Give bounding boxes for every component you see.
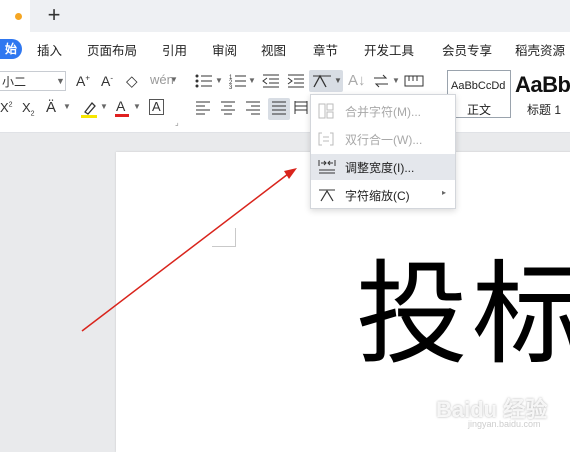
menu-item-two-lines-in-one[interactable]: 双行合一(W)... bbox=[311, 126, 455, 152]
decrease-indent-icon[interactable] bbox=[262, 73, 280, 89]
chevron-down-icon[interactable]: ▼ bbox=[215, 76, 223, 85]
sort-icon[interactable]: A↓ bbox=[348, 72, 366, 89]
char-border-icon[interactable]: A bbox=[149, 99, 164, 115]
distributed-align-icon[interactable] bbox=[294, 101, 308, 115]
menu-insert[interactable]: 插入 bbox=[37, 40, 62, 59]
menu-references[interactable]: 引用 bbox=[162, 40, 187, 59]
menu-item-label: 合并字符(M)... bbox=[345, 105, 421, 119]
menu-developer[interactable]: 开发工具 bbox=[364, 40, 414, 59]
chevron-down-icon[interactable]: ▼ bbox=[100, 102, 108, 111]
char-scale-icon bbox=[319, 189, 335, 202]
numbered-list-icon[interactable]: 123 bbox=[229, 73, 247, 89]
margin-corner-mark bbox=[212, 246, 236, 247]
chevron-down-icon[interactable]: ▼ bbox=[392, 76, 400, 85]
svg-text:A: A bbox=[116, 98, 126, 114]
align-justify-icon[interactable] bbox=[271, 101, 287, 115]
chevron-down-icon[interactable]: ▼ bbox=[334, 76, 342, 85]
two-lines-in-one-icon bbox=[318, 132, 334, 146]
menu-item-combine-chars[interactable]: 合并字符(M)... bbox=[311, 98, 455, 124]
align-left-icon[interactable] bbox=[195, 101, 211, 115]
align-center-icon[interactable] bbox=[220, 101, 236, 115]
chevron-down-icon[interactable]: ▼ bbox=[248, 76, 256, 85]
style-normal-label: 正文 bbox=[467, 103, 492, 117]
menu-item-char-scale[interactable]: 字符缩放(C) ▸ bbox=[311, 182, 455, 208]
menu-start-tab[interactable]: 始 bbox=[0, 39, 22, 59]
document-text[interactable]: 投标 bbox=[356, 250, 570, 380]
ruler-icon[interactable] bbox=[404, 74, 424, 88]
text-effect-icon[interactable]: Ä bbox=[46, 99, 56, 116]
align-right-icon[interactable] bbox=[245, 101, 261, 115]
svg-text:3: 3 bbox=[229, 85, 233, 89]
menu-chapter[interactable]: 章节 bbox=[313, 40, 338, 59]
shrink-font-icon[interactable]: A- bbox=[101, 73, 113, 89]
clear-format-icon[interactable]: ◇ bbox=[126, 72, 138, 90]
tab-strip bbox=[0, 0, 570, 33]
style-heading1-sample: AaBb bbox=[515, 72, 570, 97]
increase-indent-icon[interactable] bbox=[287, 73, 305, 89]
unsaved-dot-icon bbox=[15, 13, 22, 20]
menu-item-label: 双行合一(W)... bbox=[345, 133, 423, 147]
menu-item-adjust-width[interactable]: 调整宽度(I)... bbox=[311, 154, 455, 180]
subscript-icon[interactable]: X2 bbox=[22, 100, 35, 118]
menu-item-label: 字符缩放(C) bbox=[345, 189, 410, 203]
margin-corner-mark bbox=[235, 228, 236, 247]
superscript-icon[interactable]: X2 bbox=[0, 100, 13, 115]
menu-view[interactable]: 视图 bbox=[261, 40, 286, 59]
bullet-list-icon[interactable] bbox=[195, 73, 213, 89]
line-spacing-icon[interactable] bbox=[372, 73, 390, 89]
menu-review[interactable]: 审阅 bbox=[212, 40, 237, 59]
submenu-arrow-icon: ▸ bbox=[442, 188, 447, 197]
chevron-down-icon[interactable]: ▼ bbox=[63, 102, 71, 111]
new-tab-plus-icon[interactable]: + bbox=[44, 3, 64, 27]
menu-item-label: 调整宽度(I)... bbox=[345, 161, 415, 175]
style-normal-sample: AaBbCcDd bbox=[451, 80, 506, 92]
font-color-icon[interactable]: A bbox=[114, 98, 130, 118]
chevron-down-icon[interactable]: ▼ bbox=[133, 102, 141, 111]
chevron-down-icon[interactable]: ▼ bbox=[56, 71, 65, 91]
grow-font-icon[interactable]: A+ bbox=[76, 73, 90, 89]
style-heading1-label: 标题 1 bbox=[527, 103, 562, 117]
char-scale-icon[interactable] bbox=[312, 73, 332, 89]
menu-page-layout[interactable]: 页面布局 bbox=[87, 40, 137, 59]
highlight-icon[interactable] bbox=[80, 99, 98, 119]
chevron-down-icon[interactable]: ▼ bbox=[170, 75, 178, 84]
menu-member[interactable]: 会员专享 bbox=[442, 40, 492, 59]
watermark-url: jingyan.baidu.com bbox=[468, 419, 541, 429]
combine-chars-icon bbox=[318, 103, 334, 119]
menu-docer-resources[interactable]: 稻壳资源 bbox=[515, 40, 565, 59]
adjust-width-icon bbox=[318, 160, 336, 174]
font-dialog-launcher-icon[interactable]: ⌟ bbox=[175, 118, 179, 127]
